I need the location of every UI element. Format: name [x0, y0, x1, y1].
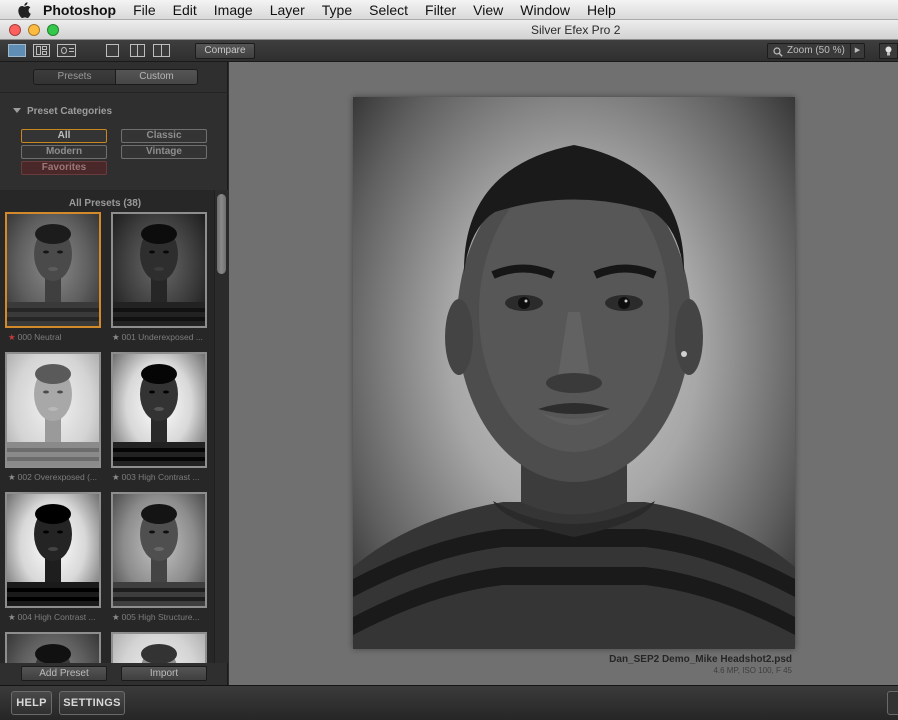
file-name: Dan_SEP2 Demo_Mike Headshot2.psd — [609, 654, 792, 665]
apple-icon[interactable] — [17, 1, 31, 18]
preview-image[interactable] — [353, 97, 795, 649]
scrollbar-thumb[interactable] — [217, 194, 226, 274]
menu-filter[interactable]: Filter — [425, 2, 456, 18]
window-controls — [9, 24, 59, 36]
preset-label: ★ 003 High Contrast ... — [112, 472, 200, 482]
menu-view[interactable]: View — [473, 2, 503, 18]
preset-label: ★ 005 High Structure... — [112, 612, 200, 622]
menu-photoshop[interactable]: Photoshop — [43, 2, 116, 18]
close-window-button[interactable] — [9, 24, 21, 36]
preview-area: Dan_SEP2 Demo_Mike Headshot2.psd 4.6 MP,… — [229, 62, 898, 685]
star-icon[interactable]: ★ — [8, 612, 16, 622]
divider — [0, 92, 228, 93]
preset-panel: Presets Custom Preset Categories All Cla… — [0, 62, 228, 685]
compare-button[interactable]: Compare — [195, 43, 255, 59]
category-vintage-button[interactable]: Vintage — [121, 145, 207, 159]
star-icon[interactable]: ★ — [8, 472, 16, 482]
category-classic-button[interactable]: Classic — [121, 129, 207, 143]
menu-layer[interactable]: Layer — [270, 2, 305, 18]
minimize-window-button[interactable] — [28, 24, 40, 36]
cancel-button-partial[interactable] — [887, 691, 898, 715]
preset-categories-label: Preset Categories — [27, 106, 113, 117]
preset-tab-switch: Presets Custom — [33, 69, 198, 85]
single-view-icon[interactable] — [8, 44, 26, 57]
zoom-control[interactable]: Zoom (50 %) ▶ — [767, 43, 865, 59]
lightbulb-icon[interactable] — [879, 43, 898, 59]
menu-window[interactable]: Window — [520, 2, 570, 18]
preset-thumbnail-high-contrast[interactable] — [111, 352, 207, 468]
file-metadata: 4.6 MP, ISO 100, F 45 — [713, 666, 792, 675]
preset-thumbnail-underexposed[interactable] — [111, 212, 207, 328]
preset-thumbnail-high-structure[interactable] — [111, 492, 207, 608]
single-preview-icon[interactable] — [106, 44, 119, 57]
category-favorites-button[interactable]: Favorites — [21, 161, 107, 175]
side-by-side-preview-icon[interactable] — [153, 44, 170, 57]
disclosure-triangle-icon[interactable] — [13, 108, 21, 113]
tab-presets[interactable]: Presets — [34, 70, 115, 84]
preset-label: ★ 001 Underexposed ... — [112, 332, 203, 342]
preset-thumbnail-high-contrast-2[interactable] — [5, 492, 101, 608]
settings-button[interactable]: SETTINGS — [59, 691, 125, 715]
add-preset-button[interactable]: Add Preset — [21, 666, 107, 681]
import-button[interactable]: Import — [121, 666, 207, 681]
preset-label: ★ 002 Overexposed (... — [8, 472, 98, 482]
window-title: Silver Efex Pro 2 — [531, 23, 621, 37]
star-icon[interactable]: ★ — [112, 612, 120, 622]
help-button[interactable]: HELP — [11, 691, 52, 715]
preset-label: ★ 000 Neutral — [8, 332, 62, 342]
zoom-window-button[interactable] — [47, 24, 59, 36]
menu-help[interactable]: Help — [587, 2, 616, 18]
zoom-label: Zoom (50 %) — [787, 45, 845, 56]
split-preview-icon[interactable] — [130, 44, 145, 57]
magnifier-icon — [773, 47, 783, 62]
toolbar: Compare Zoom (50 %) ▶ — [0, 40, 898, 62]
footer-bar: HELP SETTINGS — [0, 685, 898, 720]
preset-scrollbar[interactable] — [214, 190, 228, 663]
category-modern-button[interactable]: Modern — [21, 145, 107, 159]
preset-thumbnail-partial[interactable] — [5, 632, 101, 663]
all-presets-heading: All Presets (38) — [68, 198, 142, 209]
browser-view-icon[interactable] — [33, 44, 50, 57]
category-all-button[interactable]: All — [21, 129, 107, 143]
preset-categories-heading[interactable]: Preset Categories — [13, 106, 112, 117]
preset-thumbnail-overexposed[interactable] — [5, 352, 101, 468]
preset-thumbnail-neutral[interactable] — [5, 212, 101, 328]
menu-select[interactable]: Select — [369, 2, 408, 18]
window-title-bar: Silver Efex Pro 2 — [0, 20, 898, 40]
zoom-arrow-icon[interactable]: ▶ — [850, 44, 864, 58]
history-view-icon[interactable] — [57, 44, 76, 57]
star-icon[interactable]: ★ — [8, 332, 16, 342]
menu-type[interactable]: Type — [322, 2, 352, 18]
preset-grid: All Presets (38) ★ 000 Neutral ★ 001 Under… — [0, 190, 214, 663]
menu-bar: Photoshop File Edit Image Layer Type Sel… — [0, 0, 898, 20]
menu-image[interactable]: Image — [214, 2, 253, 18]
preset-label: ★ 004 High Contrast ... — [8, 612, 96, 622]
menu-edit[interactable]: Edit — [173, 2, 197, 18]
tab-custom[interactable]: Custom — [115, 70, 197, 84]
menu-file[interactable]: File — [133, 2, 156, 18]
preset-thumbnail-partial[interactable] — [111, 632, 207, 663]
star-icon[interactable]: ★ — [112, 332, 120, 342]
star-icon[interactable]: ★ — [112, 472, 120, 482]
